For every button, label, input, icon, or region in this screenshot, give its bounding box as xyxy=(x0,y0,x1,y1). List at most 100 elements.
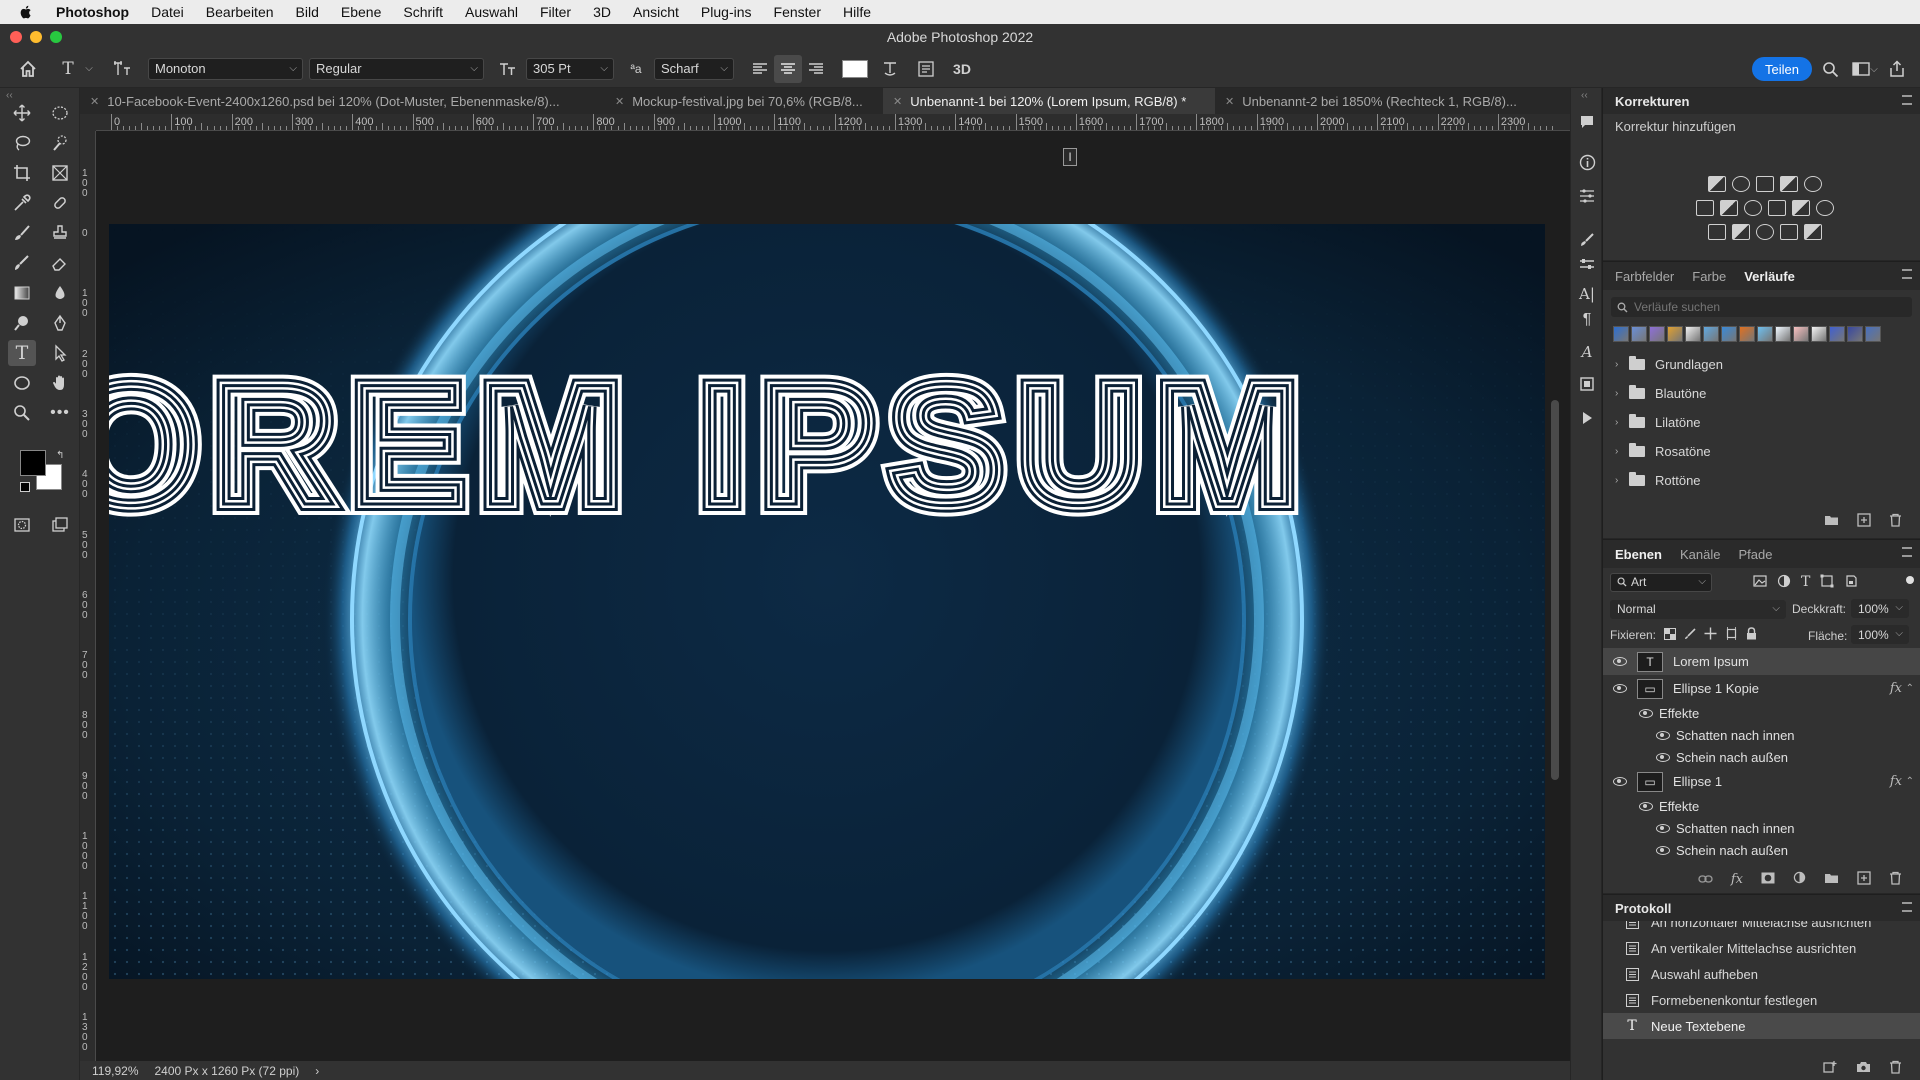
menu-filter[interactable]: Filter xyxy=(540,4,571,20)
blur-tool-icon[interactable] xyxy=(46,280,74,306)
tab-mockup-festival[interactable]: ✕ Mockup-festival.jpg bei 70,6% (RGB/8... xyxy=(605,88,883,114)
close-tab-icon[interactable]: ✕ xyxy=(1225,95,1234,108)
tab-ebenen[interactable]: Ebenen xyxy=(1615,547,1662,562)
share-button[interactable]: Teilen xyxy=(1752,57,1812,81)
gradient-preset-swatch[interactable] xyxy=(1847,326,1863,342)
menu-plugins[interactable]: Plug-ins xyxy=(701,4,752,20)
text-tool-preset-icon[interactable]: T xyxy=(54,55,82,83)
effect-visibility-toggle[interactable] xyxy=(1603,823,1676,833)
delete-state-icon[interactable] xyxy=(1889,1060,1902,1077)
lock-all-icon[interactable] xyxy=(1746,627,1757,643)
visibility-toggle[interactable] xyxy=(1603,657,1637,666)
expand-icon[interactable]: ‹‹ xyxy=(1581,90,1588,101)
menu-ebene[interactable]: Ebene xyxy=(341,4,381,20)
chevron-down-icon[interactable]: ⌵ xyxy=(82,55,96,83)
new-folder-icon[interactable] xyxy=(1824,514,1839,529)
tab-kanaele[interactable]: Kanäle xyxy=(1680,547,1720,562)
menu-app-name[interactable]: Photoshop xyxy=(56,4,129,20)
layer-effect-item[interactable]: Schein nach außen xyxy=(1603,839,1920,855)
eraser-tool-icon[interactable] xyxy=(46,250,74,276)
vertical-scrollbar[interactable] xyxy=(1551,400,1559,780)
gradient-preset-swatch[interactable] xyxy=(1667,326,1683,342)
crop-tool-icon[interactable] xyxy=(8,160,36,186)
font-style-select[interactable]: Regular ⌵ xyxy=(309,57,484,80)
history-state[interactable]: Auswahl aufheben xyxy=(1603,961,1920,987)
lasso-tool-icon[interactable] xyxy=(8,130,36,156)
default-colors-icon[interactable] xyxy=(20,482,30,492)
text-orientation-icon[interactable] xyxy=(108,55,136,83)
gradient-folder[interactable]: › Lilatöne xyxy=(1603,408,1920,437)
minimize-window-button[interactable] xyxy=(30,31,42,43)
gradient-preset-swatch[interactable] xyxy=(1631,326,1647,342)
search-icon[interactable] xyxy=(1816,55,1844,83)
character-panel-icon[interactable] xyxy=(912,55,940,83)
type-tool-icon[interactable]: T xyxy=(8,340,36,366)
posterize-icon[interactable] xyxy=(1732,224,1750,240)
gradient-preset-swatch[interactable] xyxy=(1775,326,1791,342)
gradient-search-input[interactable] xyxy=(1634,300,1884,314)
lock-transparency-icon[interactable] xyxy=(1664,627,1677,643)
layer-row[interactable]: ▭ Ellipse 1 fx ⌃ xyxy=(1603,768,1920,795)
layer-effect-item[interactable]: Schatten nach innen xyxy=(1603,817,1920,839)
quick-selection-icon[interactable] xyxy=(46,130,74,156)
horizontal-ruler[interactable]: 0 100 200 300 400 500 600 700 800 900 1000 1100 1200… xyxy=(96,114,1570,131)
layer-effects-group[interactable]: Effekte xyxy=(1603,702,1920,724)
paragraph-icon[interactable]: ¶ xyxy=(1577,310,1597,330)
clone-stamp-icon[interactable] xyxy=(46,220,74,246)
export-icon[interactable] xyxy=(1883,55,1911,83)
effect-visibility-toggle[interactable] xyxy=(1603,845,1676,855)
anti-alias-select[interactable]: Scharf ⌵ xyxy=(654,57,734,80)
tab-unbenannt-1[interactable]: ✕ Unbenannt-1 bei 120% (Lorem Ipsum, RGB/… xyxy=(883,88,1215,114)
layer-effect-item[interactable]: Schein nach außen xyxy=(1603,746,1920,768)
type-filter-icon[interactable]: T xyxy=(1801,574,1810,591)
chevron-right-icon[interactable]: › xyxy=(1615,388,1629,399)
menu-3d[interactable]: 3D xyxy=(593,4,611,20)
new-group-icon[interactable] xyxy=(1824,872,1839,887)
path-selection-icon[interactable] xyxy=(46,340,74,366)
info-icon[interactable] xyxy=(1577,152,1597,172)
tab-farbfelder[interactable]: Farbfelder xyxy=(1615,269,1674,284)
canvas-area[interactable]: I OREM IPSUM OREM IPSUM OREM IPSUM OREM … xyxy=(97,132,1563,1060)
libraries-icon[interactable] xyxy=(1577,374,1597,394)
panel-menu-icon[interactable] xyxy=(1902,902,1912,912)
zoom-level[interactable]: 119,92% xyxy=(92,1064,138,1078)
align-left-icon[interactable] xyxy=(746,55,774,83)
adjustments-icon[interactable] xyxy=(1577,254,1597,274)
delete-layer-icon[interactable] xyxy=(1889,871,1902,888)
adjustment-layer-icon[interactable] xyxy=(1793,871,1806,887)
gradient-preset-swatch[interactable] xyxy=(1739,326,1755,342)
close-tab-icon[interactable]: ✕ xyxy=(893,95,902,108)
lock-position-icon[interactable] xyxy=(1704,627,1717,643)
font-size-input[interactable]: 305 Pt ⌵ xyxy=(526,57,614,80)
menu-schrift[interactable]: Schrift xyxy=(403,4,443,20)
curves-icon[interactable] xyxy=(1756,176,1774,192)
panel-menu-icon[interactable] xyxy=(1902,269,1912,279)
screen-mode-icon[interactable] xyxy=(46,512,74,538)
fill-input[interactable]: 100% ⌵ xyxy=(1851,625,1909,644)
gradient-tool-icon[interactable] xyxy=(8,280,36,306)
hand-tool-icon[interactable] xyxy=(46,370,74,396)
swap-colors-icon[interactable]: ↰ xyxy=(56,450,64,461)
channel-mixer-icon[interactable] xyxy=(1792,200,1810,216)
menu-fenster[interactable]: Fenster xyxy=(774,4,821,20)
menu-bearbeiten[interactable]: Bearbeiten xyxy=(206,4,274,20)
chevron-up-icon[interactable]: ⌃ xyxy=(1906,776,1914,787)
brush-settings-icon[interactable] xyxy=(1577,230,1597,250)
gradient-preset-swatch[interactable] xyxy=(1721,326,1737,342)
ellipse-tool-icon[interactable] xyxy=(8,370,36,396)
align-center-icon[interactable] xyxy=(774,54,802,83)
layer-style-fx-icon[interactable]: fx xyxy=(1731,872,1743,887)
pen-tool-icon[interactable] xyxy=(46,310,74,336)
blend-mode-select[interactable]: Normal ⌵ xyxy=(1610,599,1786,619)
effect-visibility-toggle[interactable] xyxy=(1603,730,1676,740)
gradient-folder[interactable]: › Blautöne xyxy=(1603,379,1920,408)
smart-object-filter-icon[interactable] xyxy=(1844,574,1858,591)
align-right-icon[interactable] xyxy=(802,55,830,83)
font-family-select[interactable]: Monoton ⌵ xyxy=(148,57,303,80)
text-color-swatch[interactable] xyxy=(842,59,868,78)
tab-verlaeufe[interactable]: Verläufe xyxy=(1744,269,1795,284)
menu-auswahl[interactable]: Auswahl xyxy=(465,4,518,20)
chevron-right-icon[interactable]: › xyxy=(1615,475,1629,486)
artwork-canvas[interactable]: LOREM IPSUM LOREM IPSUM LOREM IPSUM LORE… xyxy=(109,224,1545,979)
history-state[interactable]: T Neue Textebene xyxy=(1603,1013,1920,1039)
